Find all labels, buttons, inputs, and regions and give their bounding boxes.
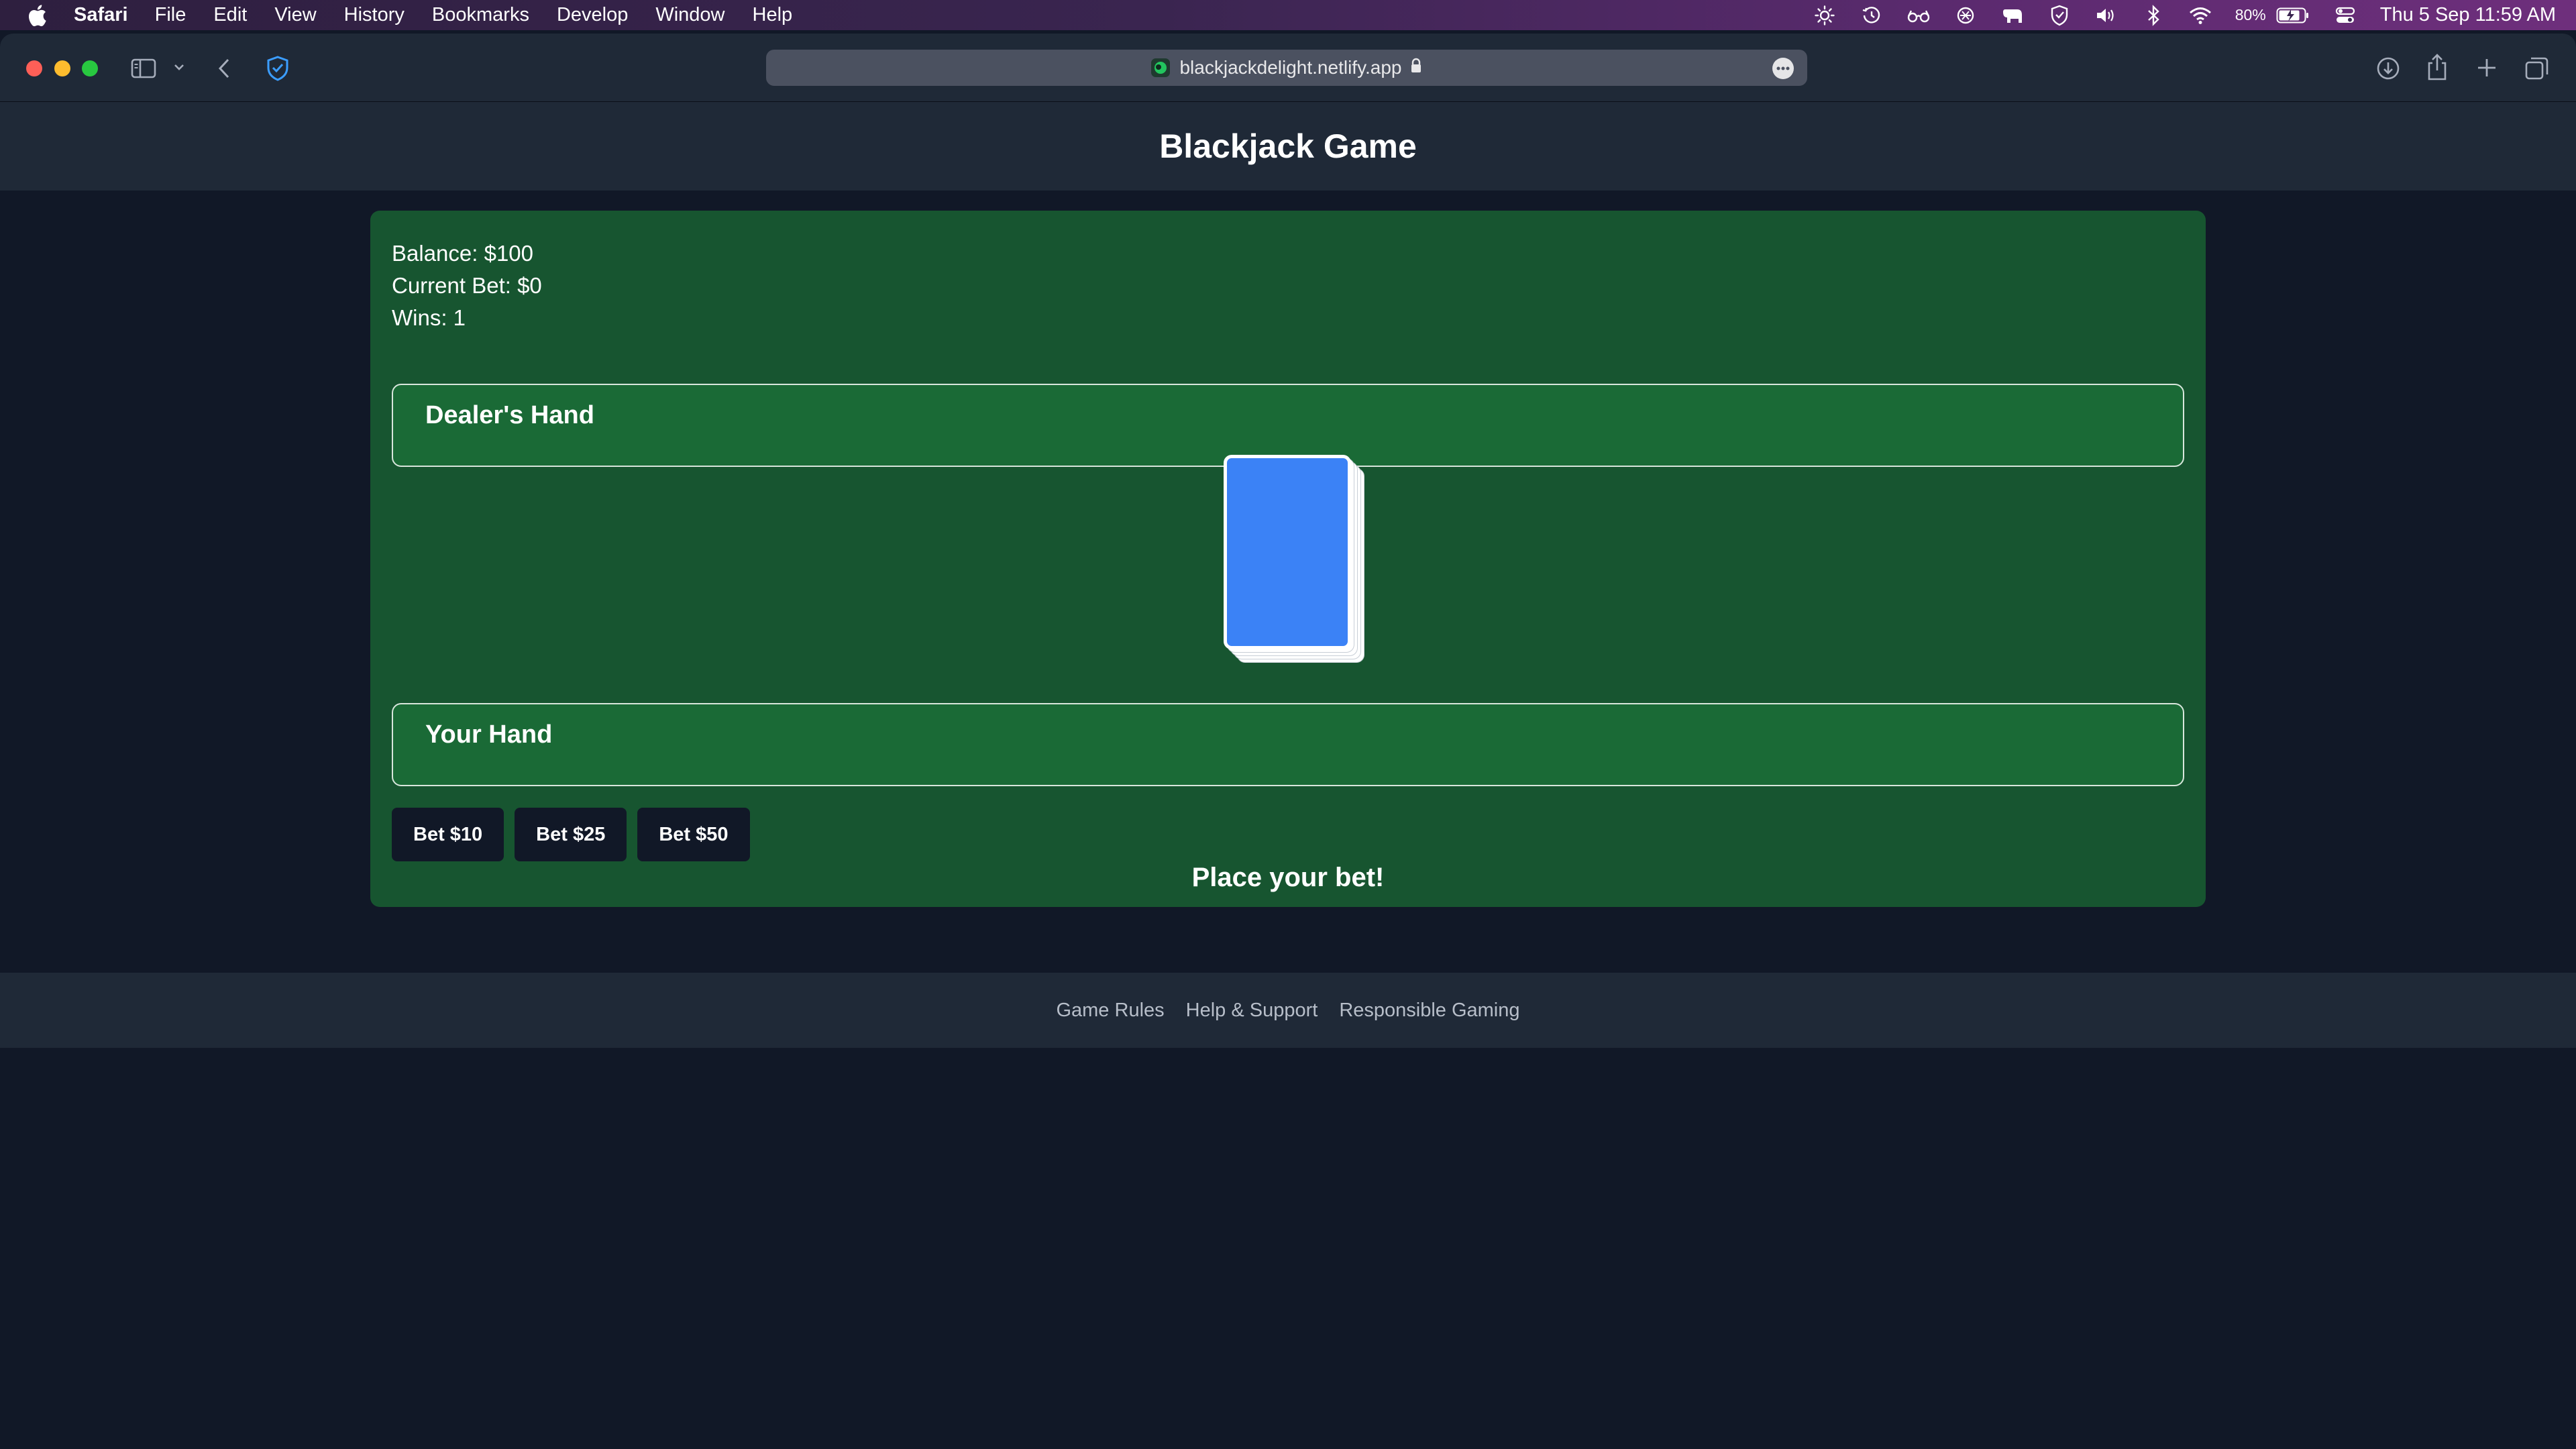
- privacy-shield-icon[interactable]: [264, 55, 291, 82]
- menu-app-name[interactable]: Safari: [74, 4, 128, 26]
- menu-develop[interactable]: Develop: [557, 4, 628, 26]
- menu-edit[interactable]: Edit: [213, 4, 247, 26]
- game-message: Place your bet!: [1191, 863, 1385, 892]
- url-text[interactable]: blackjackdelight.netlify.app: [1179, 57, 1401, 78]
- control-center-icon[interactable]: [2333, 3, 2357, 28]
- share-icon[interactable]: [2425, 52, 2449, 82]
- current-bet-text: Current Bet: $0: [392, 273, 542, 298]
- close-window-button[interactable]: [26, 60, 42, 76]
- safari-window: blackjackdelight.netlify.app Blackjack G…: [0, 34, 2576, 1449]
- page-title: Blackjack Game: [1159, 127, 1417, 165]
- bet-10-button[interactable]: Bet $10: [392, 808, 504, 861]
- brightness-icon[interactable]: [1813, 3, 1837, 28]
- bluetooth-icon[interactable]: [2141, 3, 2165, 28]
- wins-text: Wins: 1: [392, 305, 466, 330]
- clock[interactable]: Thu 5 Sep 11:59 AM: [2380, 4, 2556, 26]
- battery-percent: 80%: [2235, 6, 2266, 23]
- browser-toolbar: blackjackdelight.netlify.app: [0, 34, 2576, 102]
- apple-menu-icon[interactable]: [0, 4, 74, 27]
- page-footer: Game Rules Help & Support Responsible Ga…: [0, 973, 2576, 1048]
- balance-text: Balance: $100: [392, 241, 534, 266]
- card-back: [1224, 455, 1351, 649]
- volume-icon[interactable]: [2094, 3, 2118, 28]
- glasses-icon[interactable]: [1907, 3, 1931, 28]
- site-favicon-icon: [1151, 58, 1171, 77]
- minimize-window-button[interactable]: [54, 60, 70, 76]
- responsible-gaming-link[interactable]: Responsible Gaming: [1339, 1000, 1519, 1022]
- game-table: Balance: $100 Current Bet: $0 Wins: 1 De…: [370, 211, 2206, 907]
- player-hand-label: Your Hand: [425, 720, 553, 749]
- bet-50-button[interactable]: Bet $50: [637, 808, 750, 861]
- zoom-window-button[interactable]: [82, 60, 98, 76]
- new-tab-icon[interactable]: [2475, 56, 2498, 79]
- menu-file[interactable]: File: [155, 4, 186, 26]
- downloads-icon[interactable]: [2375, 55, 2402, 82]
- menu-view[interactable]: View: [274, 4, 316, 26]
- sidebar-toggle-icon[interactable]: [131, 58, 158, 79]
- back-icon[interactable]: [216, 56, 232, 80]
- help-support-link[interactable]: Help & Support: [1186, 1000, 1318, 1022]
- page-menu-icon[interactable]: [1772, 58, 1794, 79]
- menu-bookmarks[interactable]: Bookmarks: [432, 4, 529, 26]
- lock-icon: [1410, 57, 1422, 78]
- bet-25-button[interactable]: Bet $25: [515, 808, 627, 861]
- card-deck: [1224, 455, 1364, 663]
- chevron-down-icon[interactable]: [172, 62, 186, 72]
- bet-buttons: Bet $10 Bet $25 Bet $50: [392, 808, 750, 861]
- game-rules-link[interactable]: Game Rules: [1056, 1000, 1164, 1022]
- battery-icon[interactable]: [2275, 3, 2310, 28]
- menu-window[interactable]: Window: [655, 4, 724, 26]
- time-machine-icon[interactable]: [1860, 3, 1884, 28]
- wifi-icon[interactable]: [2188, 3, 2212, 28]
- dealer-hand-label: Dealer's Hand: [425, 401, 594, 429]
- tab-overview-icon[interactable]: [2524, 55, 2551, 82]
- shield-icon[interactable]: [2047, 3, 2072, 28]
- macos-menubar: Safari File Edit View History Bookmarks …: [0, 0, 2576, 30]
- player-hand-area: Your Hand: [392, 703, 2184, 786]
- page-header: Blackjack Game: [0, 102, 2576, 191]
- menu-history[interactable]: History: [344, 4, 405, 26]
- status-area: 80% Thu 5 Sep 11:59 AM: [1813, 0, 2556, 30]
- menu-help[interactable]: Help: [753, 4, 793, 26]
- openai-icon[interactable]: [1953, 3, 1978, 28]
- address-bar[interactable]: blackjackdelight.netlify.app: [766, 50, 1807, 86]
- elephant-icon[interactable]: [2000, 3, 2025, 28]
- stats-panel: Balance: $100 Current Bet: $0 Wins: 1: [392, 237, 542, 334]
